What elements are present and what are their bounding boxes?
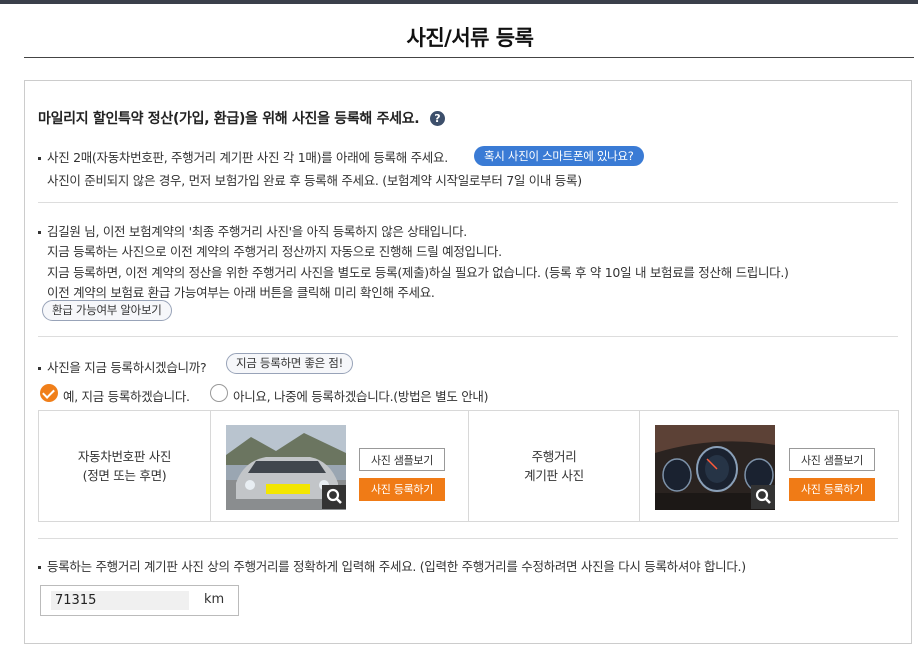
help-icon[interactable]: ? xyxy=(430,111,445,126)
cell-divider xyxy=(639,411,640,521)
title-divider xyxy=(24,57,914,58)
odometer-photo-label: 주행거리 계기판 사진 xyxy=(524,449,584,483)
page-title: 사진/서류 등록 xyxy=(406,26,534,50)
bullet-icon xyxy=(38,231,41,234)
radio-yes[interactable] xyxy=(40,384,58,402)
previous-contract-notice: 김길원 님, 이전 보험계약의 '최종 주행거리 사진'을 아직 등록하지 않은… xyxy=(38,221,467,240)
odometer-register-button[interactable]: 사진 등록하기 xyxy=(789,478,875,501)
photo-upload-table: 자동차번호판 사진 (정면 또는 후면) 사진 샘플보기 사진 등록하기 주행거리… xyxy=(38,410,899,522)
plate-register-button[interactable]: 사진 등록하기 xyxy=(359,478,445,501)
auto-settlement-text: 지금 등록하는 사진으로 이전 계약의 주행거리 정산까지 자동으로 진행해 드… xyxy=(47,244,502,259)
radio-no-label[interactable]: 아니요, 나중에 등록하겠습니다.(방법은 별도 안내) xyxy=(233,386,489,405)
smartphone-photo-button[interactable]: 혹시 사진이 스마트폰에 있나요? xyxy=(474,146,644,166)
mileage-field: 71315 km xyxy=(40,585,239,616)
register-now-question: 사진을 지금 등록하시겠습니까? xyxy=(38,357,207,376)
no-extra-submit-text: 지금 등록하면, 이전 계약의 정산을 위한 주행거리 사진을 별도로 등록(제… xyxy=(47,265,789,280)
radio-no[interactable] xyxy=(210,384,228,402)
bullet-icon xyxy=(38,367,41,370)
register-benefit-button[interactable]: 지금 등록하면 좋은 점! xyxy=(226,353,353,374)
odometer-sample-button[interactable]: 사진 샘플보기 xyxy=(789,448,875,471)
section-divider xyxy=(38,538,898,539)
section-divider xyxy=(38,202,898,203)
mileage-input[interactable]: 71315 xyxy=(51,591,189,610)
zoom-icon[interactable] xyxy=(751,485,775,509)
photo-requirement-text: 사진 2매(자동차번호판, 주행거리 계기판 사진 각 1매)를 아래에 등록해… xyxy=(38,147,448,166)
plate-sample-button[interactable]: 사진 샘플보기 xyxy=(359,448,445,471)
mileage-instruction: 등록하는 주행거리 계기판 사진 상의 주행거리를 정확하게 입력해 주세요. … xyxy=(38,556,746,575)
bullet-icon xyxy=(38,157,41,160)
section-heading: 마일리지 할인특약 정산(가입, 환급)을 위해 사진을 등록해 주세요. xyxy=(38,111,420,127)
photo-notice-text: 사진이 준비되지 않은 경우, 먼저 보험가입 완료 후 등록해 주세요. (보… xyxy=(47,173,582,188)
cell-divider xyxy=(210,411,211,521)
bullet-icon xyxy=(38,566,41,569)
top-bar xyxy=(0,0,918,4)
plate-photo-label: 자동차번호판 사진 (정면 또는 후면) xyxy=(77,449,172,483)
refund-check-button[interactable]: 환급 가능여부 알아보기 xyxy=(42,300,172,321)
zoom-icon[interactable] xyxy=(322,485,346,509)
section-divider xyxy=(38,336,898,337)
radio-yes-label[interactable]: 예, 지금 등록하겠습니다. xyxy=(63,386,190,405)
refund-check-text: 이전 계약의 보험료 환급 가능여부는 아래 버튼을 클릭해 미리 확인해 주세… xyxy=(47,285,435,300)
mileage-unit: km xyxy=(204,592,225,607)
